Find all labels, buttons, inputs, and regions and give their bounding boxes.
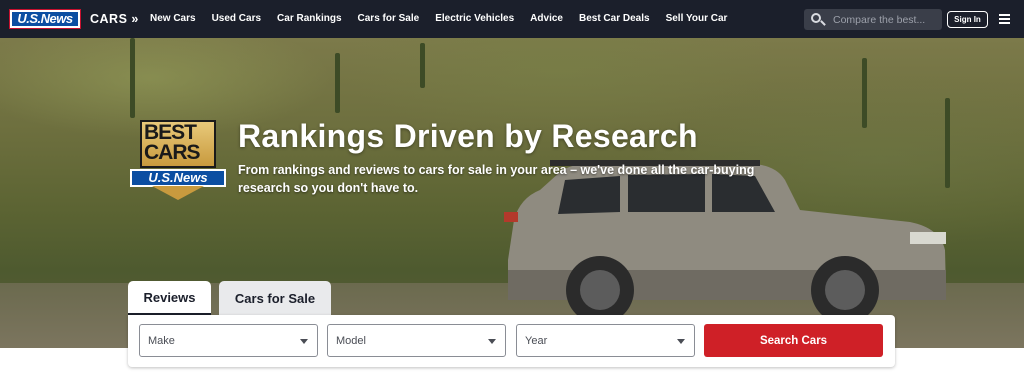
search-icon	[809, 10, 829, 30]
badge-band-text: U.S.News	[130, 169, 226, 187]
search-panel: Make Model Year Search Cars	[128, 315, 895, 367]
chevron-down-icon	[677, 339, 685, 344]
nav-link-car-rankings[interactable]: Car Rankings	[277, 13, 341, 24]
usnews-logo[interactable]: U.S.News	[9, 9, 81, 29]
sign-in-button[interactable]: Sign In	[947, 11, 988, 28]
badge-tip	[152, 186, 204, 200]
logo-text: U.S.News	[12, 12, 78, 26]
nav-link-sell-your-car[interactable]: Sell Your Car	[666, 13, 728, 24]
cactus-decoration	[130, 38, 135, 118]
chevron-down-icon	[300, 339, 308, 344]
tab-reviews[interactable]: Reviews	[128, 281, 211, 315]
year-select-label: Year	[525, 334, 548, 347]
year-select[interactable]: Year	[516, 324, 695, 357]
hero-title: Rankings Driven by Research	[238, 118, 698, 154]
model-select[interactable]: Model	[327, 324, 506, 357]
hero-subtitle: From rankings and reviews to cars for sa…	[238, 163, 755, 195]
nav-link-new-cars[interactable]: New Cars	[150, 13, 196, 24]
badge-best-text: BEST	[144, 121, 197, 144]
cactus-decoration	[420, 43, 425, 88]
nav-links: New Cars Used Cars Car Rankings Cars for…	[150, 13, 743, 24]
badge-cars-text: CARS	[144, 141, 201, 164]
tab-cars-for-sale[interactable]: Cars for Sale	[219, 281, 331, 315]
nav-link-electric-vehicles[interactable]: Electric Vehicles	[435, 13, 514, 24]
hamburger-menu-icon[interactable]	[999, 14, 1010, 24]
nav-link-best-car-deals[interactable]: Best Car Deals	[579, 13, 650, 24]
make-select-label: Make	[148, 334, 175, 347]
search-placeholder: Compare the best...	[833, 13, 926, 26]
nav-link-advice[interactable]: Advice	[530, 13, 563, 24]
cars-section-link[interactable]: CARS »	[90, 12, 139, 26]
best-cars-badge: BEST CARS U.S.News	[130, 120, 226, 202]
nav-link-used-cars[interactable]: Used Cars	[212, 13, 261, 24]
chevron-down-icon	[488, 339, 496, 344]
model-select-label: Model	[336, 334, 366, 347]
top-nav: U.S.News CARS » New Cars Used Cars Car R…	[0, 0, 1024, 38]
nav-link-cars-for-sale[interactable]: Cars for Sale	[358, 13, 420, 24]
cactus-decoration	[862, 58, 867, 128]
make-select[interactable]: Make	[139, 324, 318, 357]
cactus-decoration	[335, 53, 340, 113]
search-cars-button[interactable]: Search Cars	[704, 324, 883, 357]
compare-search-input[interactable]: Compare the best...	[804, 9, 942, 30]
page: U.S.News CARS » New Cars Used Cars Car R…	[0, 0, 1024, 373]
